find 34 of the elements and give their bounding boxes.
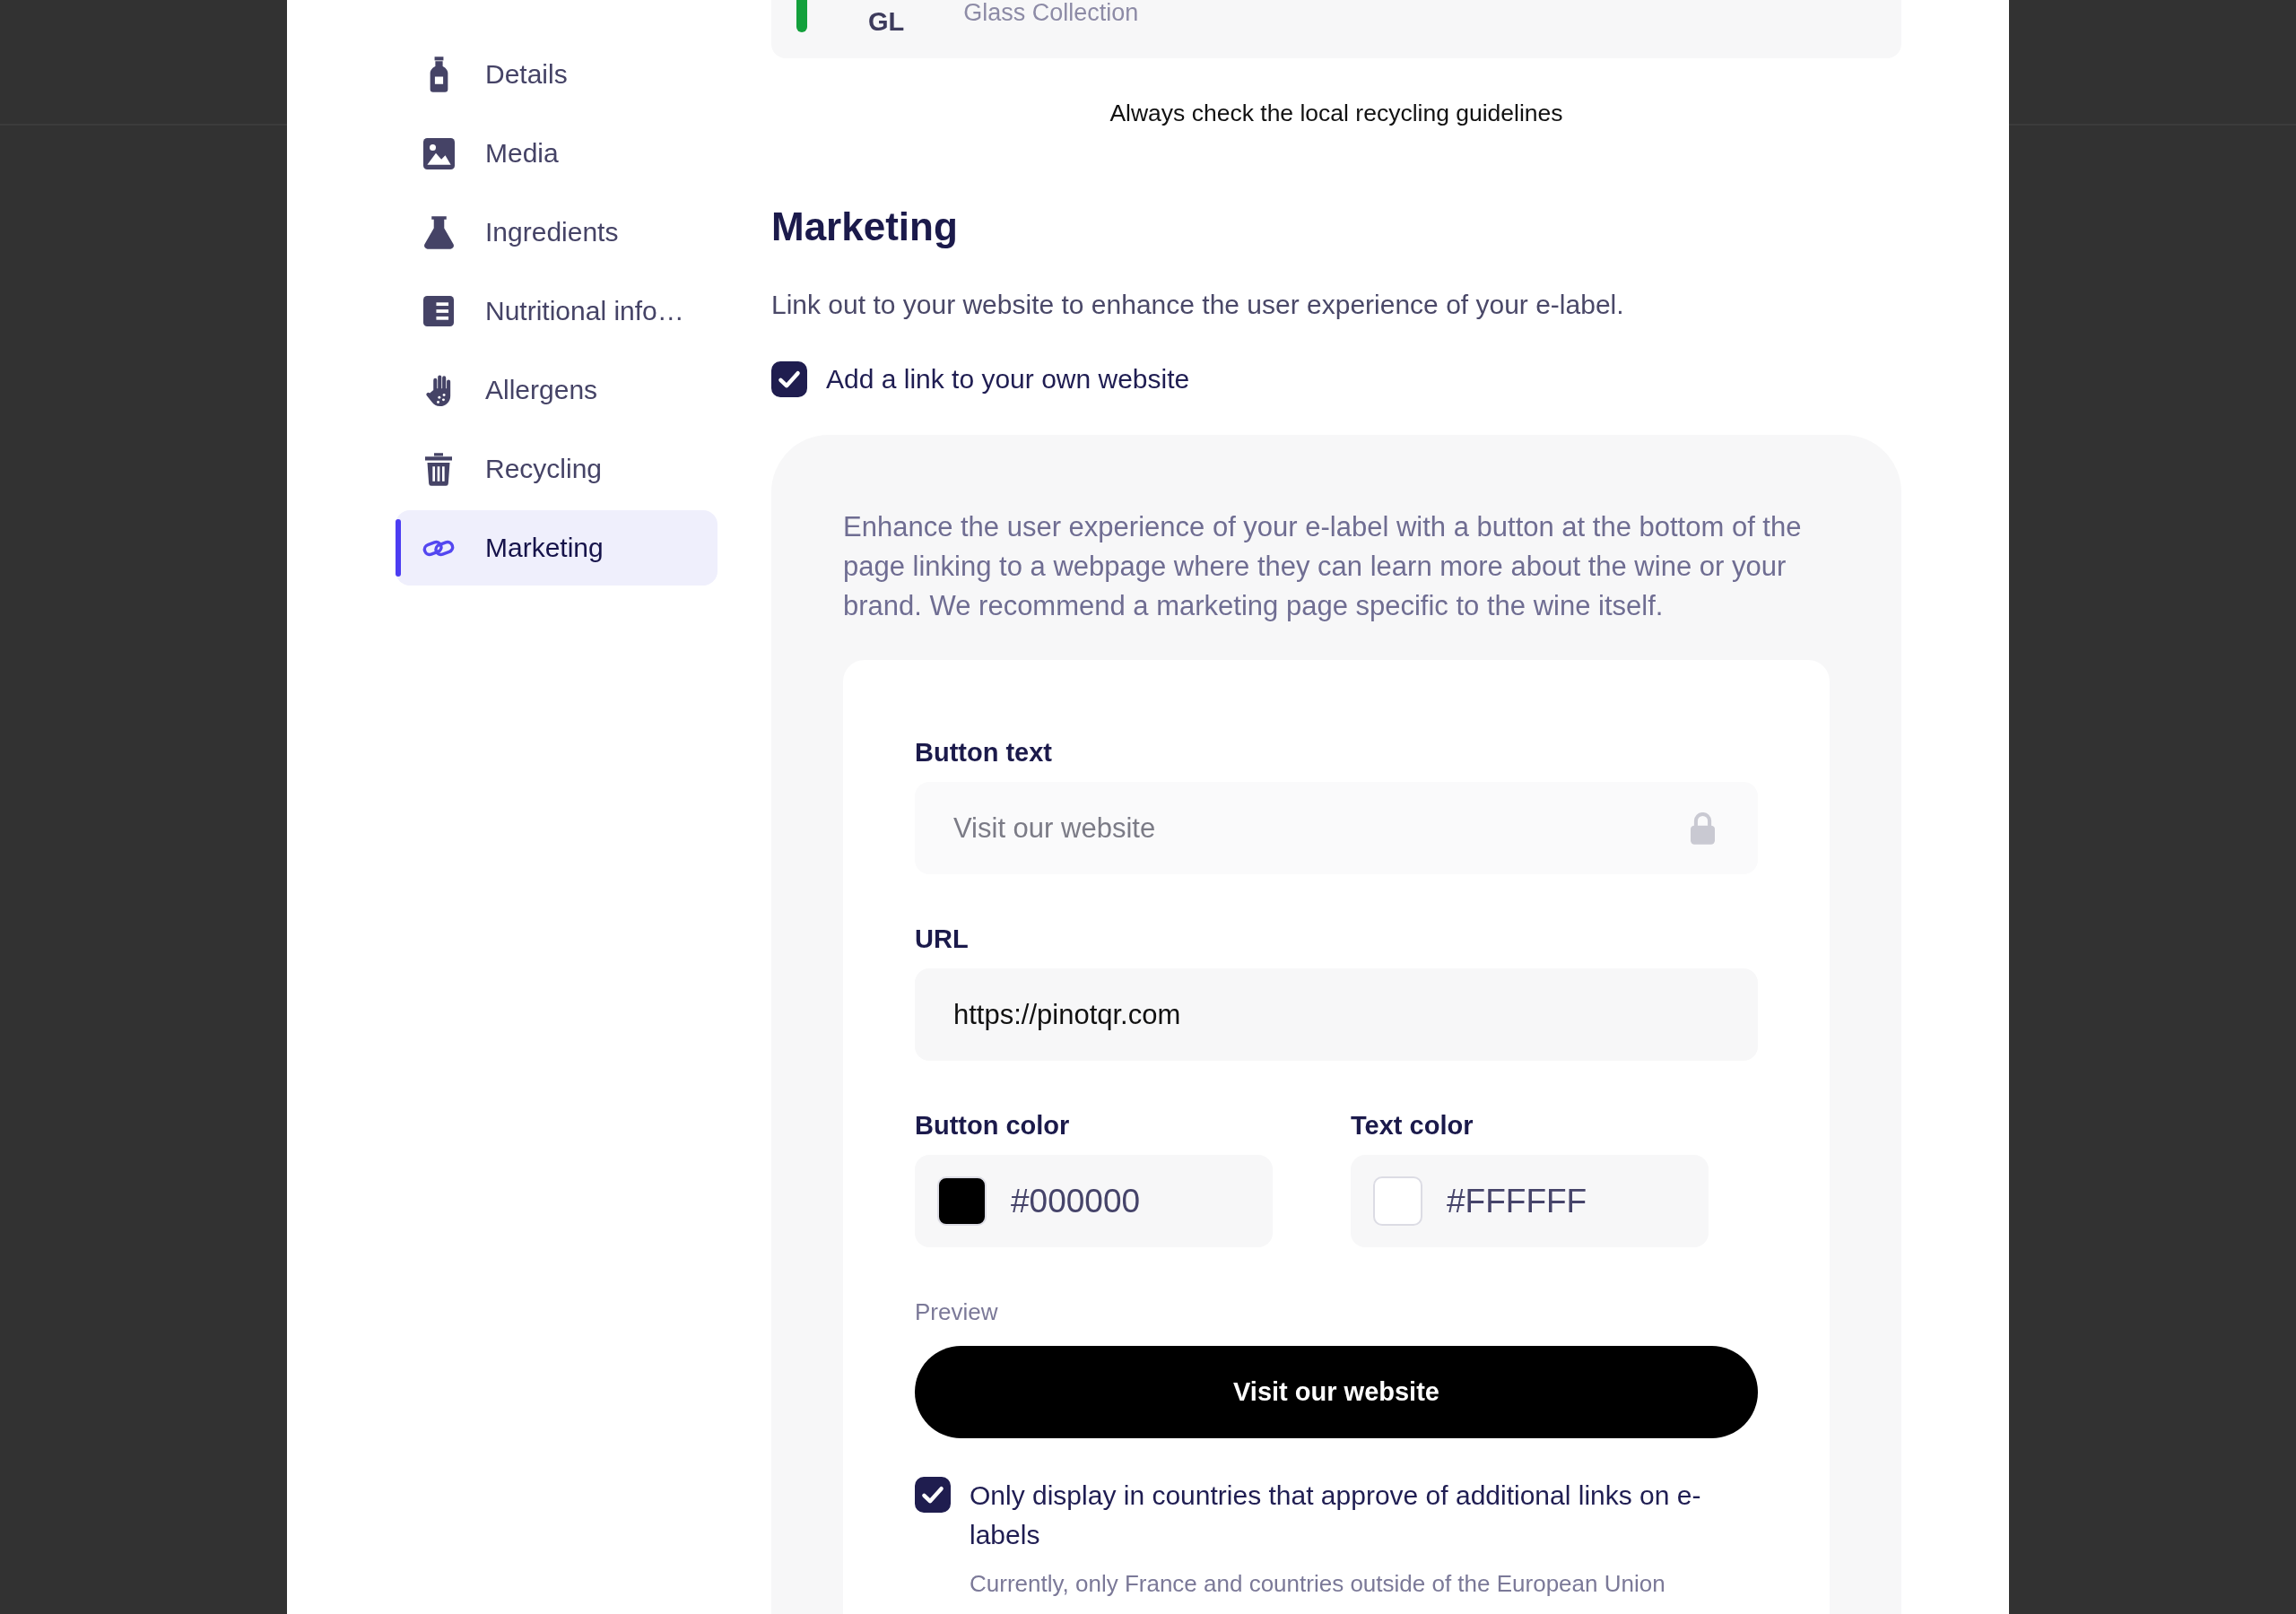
flask-icon	[423, 215, 454, 249]
section-title: Marketing	[771, 204, 959, 250]
text-field[interactable]: https://pinotqr.com	[915, 968, 1758, 1061]
list-icon	[423, 296, 454, 326]
color-field[interactable]: #FFFFFF	[1351, 1155, 1709, 1247]
sidebar-item[interactable]: Nutritional info…	[396, 273, 718, 349]
sidebar-item[interactable]: Recycling	[396, 431, 718, 507]
checkbox[interactable]	[915, 1477, 951, 1513]
field-label: Button text	[915, 737, 1054, 768]
checkbox-label: Add a link to your own website	[826, 363, 1190, 395]
field-label: Text color	[1351, 1110, 1474, 1141]
sidebar-item[interactable]: Allergens	[396, 352, 718, 428]
sidebar-item[interactable]: Media	[396, 116, 718, 191]
sidebar-item[interactable]: Marketing	[396, 510, 718, 586]
color-field[interactable]: #000000	[915, 1155, 1273, 1247]
checkbox[interactable]	[771, 361, 807, 397]
lock-icon	[1691, 812, 1715, 845]
field-label: Button color	[915, 1110, 1071, 1141]
checkbox-note: Currently, only France and countries outside of the European Union	[970, 1569, 1666, 1599]
checkbox-label: Only display in countries that approve of additional links on e-labels	[970, 1480, 1702, 1551]
recycling-code: GL	[868, 6, 905, 38]
preview-button[interactable]: Visit our website	[915, 1346, 1758, 1438]
section-subtitle: Link out to your website to enhance the user experience of your e-label.	[771, 289, 1625, 321]
field-label: URL	[915, 924, 970, 955]
trash-icon	[425, 452, 452, 486]
sidebar-item[interactable]: Details	[396, 37, 718, 112]
card-description: Enhance the user experience of your e-label with a button at the bottom of the page linking to a webpage where they can learn more about the wine or your brand. We recommend a marketing page specific to the wine itself.	[843, 510, 1803, 623]
recycling-name: Glass Collection	[963, 0, 1139, 25]
recycling-note: Always check the local recycling guidelines	[1109, 99, 1564, 127]
image-icon	[422, 137, 455, 169]
bottle-icon	[428, 56, 449, 92]
link-icon	[422, 538, 456, 558]
preview-label: Preview	[915, 1297, 999, 1326]
sidebar-item[interactable]: Ingredients	[396, 195, 718, 270]
